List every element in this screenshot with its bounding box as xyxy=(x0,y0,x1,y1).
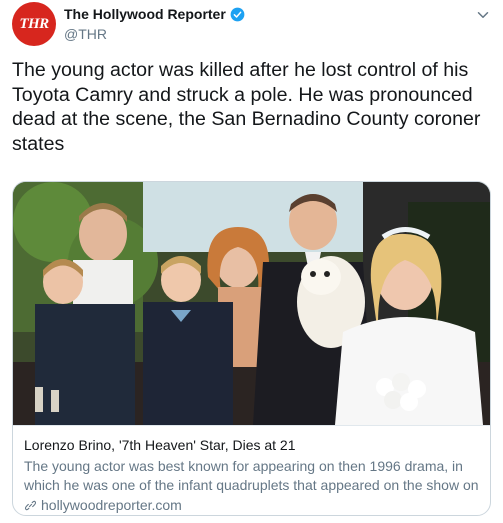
avatar[interactable]: THR xyxy=(12,2,56,46)
card-domain-row: hollywoodreporter.com xyxy=(24,496,480,515)
card-description: The young actor was best known for appea… xyxy=(24,458,479,493)
display-name[interactable]: The Hollywood Reporter xyxy=(64,5,226,23)
link-card[interactable]: Lorenzo Brino, '7th Heaven' Star, Dies a… xyxy=(12,181,491,516)
tweet-header: THR The Hollywood Reporter @THR xyxy=(12,2,492,50)
author-names: The Hollywood Reporter @THR xyxy=(64,5,245,44)
card-image[interactable] xyxy=(13,182,490,425)
tweet[interactable]: THR The Hollywood Reporter @THR The youn… xyxy=(0,0,503,523)
tweet-text: The young actor was killed after he lost… xyxy=(12,59,481,155)
link-icon xyxy=(24,500,37,511)
user-handle[interactable]: @THR xyxy=(64,24,245,44)
display-name-row: The Hollywood Reporter xyxy=(64,5,245,23)
verified-badge-icon xyxy=(230,7,245,21)
chevron-down-icon[interactable] xyxy=(474,6,492,24)
card-body[interactable]: Lorenzo Brino, '7th Heaven' Star, Dies a… xyxy=(13,425,490,515)
card-domain: hollywoodreporter.com xyxy=(41,497,182,513)
avatar-logo-text: THR xyxy=(19,15,49,32)
card-title: Lorenzo Brino, '7th Heaven' Star, Dies a… xyxy=(24,437,296,453)
